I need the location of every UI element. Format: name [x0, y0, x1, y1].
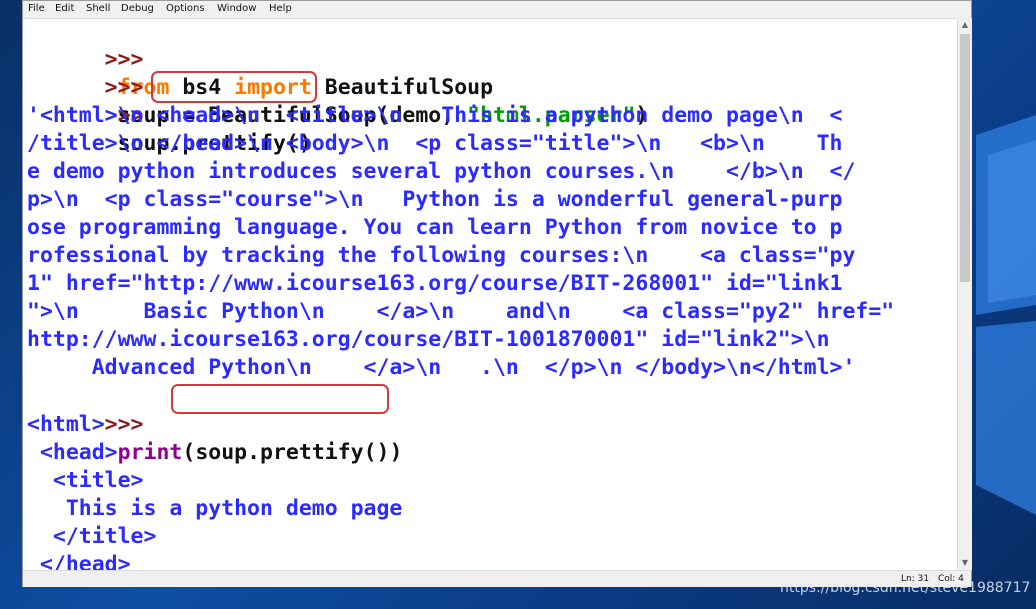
menu-file[interactable]: File	[28, 3, 45, 14]
menu-bar: File Edit Shell Debug Options Window Hel…	[23, 1, 971, 19]
print-output-line: </title>	[27, 524, 157, 549]
shell-text-area[interactable]: >>> from bs4 import BeautifulSoup >>> so…	[23, 18, 957, 570]
menu-window[interactable]: Window	[217, 3, 256, 14]
output-line: 1" href="http://www.icourse163.org/cours…	[27, 271, 843, 296]
output-line: p>\n <p class="course">\n Python is a wo…	[27, 187, 843, 212]
output-line: ">\n Basic Python\n </a>\n and\n <a clas…	[27, 299, 895, 324]
output-line: rofessional by tracking the following co…	[27, 243, 856, 268]
scrollbar-thumb[interactable]	[960, 34, 970, 282]
imported-name: BeautifulSoup	[311, 75, 494, 100]
windows-logo-icon	[976, 115, 1036, 515]
scroll-up-arrow-icon[interactable]: ▲	[958, 18, 972, 32]
menu-edit[interactable]: Edit	[55, 3, 74, 14]
output-line: http://www.icourse163.org/course/BIT-100…	[27, 327, 830, 352]
print-output-line: <head>	[27, 440, 118, 465]
builtin-print: print	[117, 440, 183, 465]
red-highlight-circle	[171, 384, 389, 414]
shell-line: >>> from bs4 import BeautifulSoup	[27, 18, 493, 100]
shell-prompt: >>>	[104, 412, 144, 437]
menu-options[interactable]: Options	[166, 3, 205, 14]
menu-shell[interactable]: Shell	[86, 3, 110, 14]
output-line: '<html>\n <head>\n <title>\n This is a p…	[27, 103, 843, 128]
print-output-line: <html>	[27, 412, 105, 437]
print-output-line: </head>	[27, 552, 131, 570]
output-line: ose programming language. You can learn …	[27, 215, 843, 240]
output-line: /title>\n </head>\n <body>\n <p class="t…	[27, 131, 843, 156]
prettify-call: soup.prettify()	[195, 440, 390, 465]
print-output-line: This is a python demo page	[27, 496, 403, 521]
print-output-line: <title>	[27, 468, 144, 493]
output-line: Advanced Python\n </a>\n .\n </p>\n </bo…	[27, 355, 856, 380]
code-text: )	[389, 440, 403, 465]
menu-help[interactable]: Help	[269, 3, 292, 14]
code-text: (	[182, 440, 196, 465]
scroll-down-arrow-icon[interactable]: ▼	[958, 556, 972, 570]
vertical-scrollbar[interactable]: ▲ ▼	[957, 18, 972, 570]
idle-shell-window: File Edit Shell Debug Options Window Hel…	[22, 0, 972, 587]
watermark-url: https://blog.csdn.net/steve1988717	[780, 580, 1031, 596]
menu-debug[interactable]: Debug	[121, 3, 154, 14]
shell-line: >>> soup = BeautifulSoup(demo, "html.par…	[27, 46, 649, 128]
output-line: e demo python introduces several python …	[27, 159, 856, 184]
red-highlight-circle	[151, 71, 317, 103]
